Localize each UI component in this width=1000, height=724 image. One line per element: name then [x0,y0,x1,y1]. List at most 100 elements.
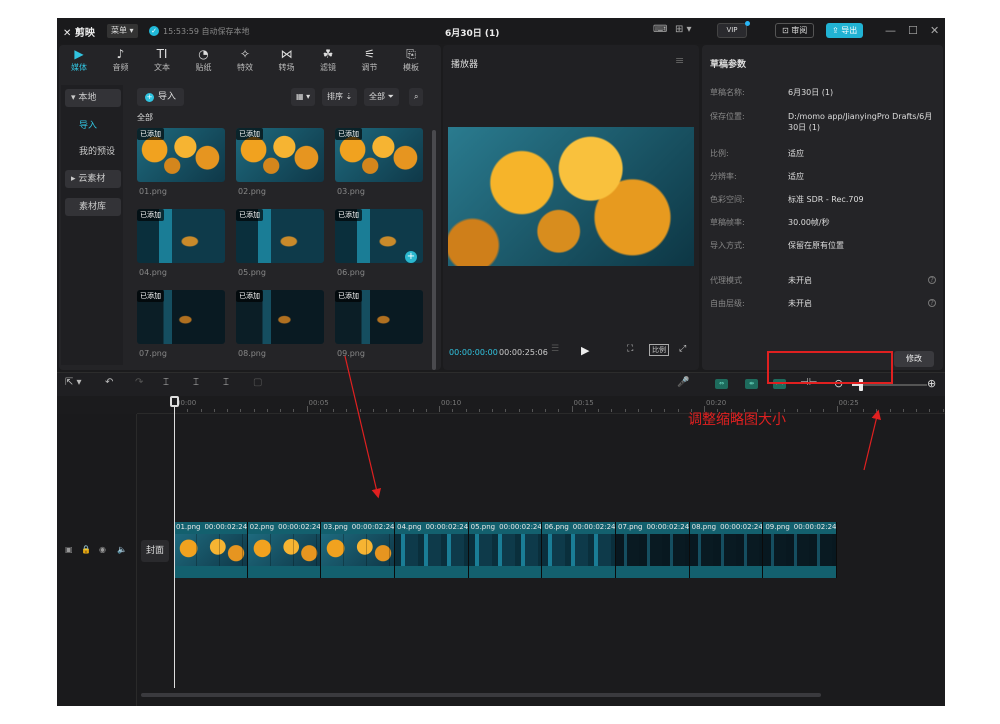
player-menu-icon[interactable]: ≡ [675,54,684,67]
clip-name: 04.png [397,523,422,531]
added-badge: 已添加 [236,128,263,140]
nav-cloud[interactable]: ▸ 云素材 [65,170,121,188]
help-icon[interactable]: ? [928,276,936,284]
fullscreen-crop-icon[interactable]: ⛶ [627,344,633,354]
add-to-track-icon[interactable]: + [405,251,417,263]
main-track-magnet-icon[interactable]: ⇔ [715,379,728,389]
cover-toggle-icon[interactable]: ▣ [65,545,73,554]
prop-label: 草稿帧率: [710,218,745,227]
cover-button[interactable]: 封面 [141,540,169,562]
microphone-icon[interactable]: 🎤 [677,377,689,388]
timeline-clip[interactable]: 07.png 00:00:02:24 [616,522,690,578]
tab-0[interactable]: ▶ 媒体 [59,47,99,73]
review-button[interactable]: ⊡ 审阅 [775,23,815,38]
media-thumbnail[interactable]: 已添加 [335,290,423,344]
ruler-tick [849,409,851,412]
nav-my-presets[interactable]: 我的预设 [65,143,121,161]
select-cursor-icon[interactable]: ⇱ ▾ [65,377,82,388]
ruler-tick [319,409,321,412]
clip-name: 02.png [249,523,275,531]
mute-icon[interactable]: 🔈 [117,545,127,554]
ratio-button[interactable]: 比例 [649,344,669,356]
tab-1[interactable]: ♪ 音频 [101,47,141,73]
split-right-icon[interactable]: ⌶ [223,377,229,388]
nav-import[interactable]: 导入 [65,117,121,135]
shortcut-icon[interactable]: ⌨ [653,24,667,35]
timeline-clip[interactable]: 06.png 00:00:02:24 [542,522,616,578]
ruler-tick [651,409,652,412]
timeline-ruler[interactable]: 00:00 00:05 00:10 00:15 00:20 00:25 [137,398,945,414]
zoom-in-icon[interactable]: ⊕ [927,377,936,390]
tab-icon: ⚟ [364,47,375,61]
ruler-tick [439,406,440,412]
playhead[interactable] [174,398,175,688]
tab-5[interactable]: ⋈ 转场 [267,47,307,73]
timeline-scrollbar[interactable] [141,693,821,697]
split-left-icon[interactable]: ⌶ [193,377,199,388]
tab-6[interactable]: ☘ 滤镜 [308,47,348,73]
tab-icon: ◔ [198,47,209,61]
timeline-clip[interactable]: 09.png 00:00:02:24 [763,522,837,578]
nav-library[interactable]: 素材库 [65,198,121,216]
search-icon[interactable]: ⌕ [409,88,424,106]
clip-label: 07.png 00:00:02:24 [618,523,689,531]
expand-icon[interactable]: ⤢ [679,344,686,354]
media-thumbnail[interactable]: 已添加 [137,209,225,263]
auto-snap-icon[interactable]: ⇹ [745,379,758,389]
redo-icon[interactable]: ↷ [135,377,143,388]
autosave-status: 15:53:59 自动保存本地 [163,27,250,36]
maximize-icon[interactable]: ☐ [908,24,918,37]
media-filename: 05.png [238,268,266,277]
view-mode-button[interactable]: ▦ ▾ [291,88,316,106]
tab-7[interactable]: ⚟ 调节 [350,47,390,73]
close-icon[interactable]: ✕ [930,24,939,37]
ruler-tick [810,409,811,412]
media-thumbnail[interactable]: 已添加 [137,128,225,182]
tab-3[interactable]: ◔ 贴纸 [184,47,224,73]
timeline-clip[interactable]: 05.png 00:00:02:24 [468,522,543,578]
media-thumbnail[interactable]: 已添加 [236,128,324,182]
zoom-slider[interactable] [852,384,927,386]
filter-button[interactable]: 全部 ⏷ [364,88,399,106]
play-button[interactable]: ▶ [581,344,589,357]
media-filename: 04.png [139,268,167,277]
clip-thumbnails [763,534,836,566]
layout-icon[interactable]: ⊞ ▾ [675,24,692,35]
timeline-clip[interactable]: 04.png 00:00:02:24 [395,522,469,578]
timeline-clip[interactable]: 02.png 00:00:02:24 [247,522,322,578]
import-button[interactable]: + 导入 [137,88,185,106]
eye-icon[interactable]: ◉ [99,545,106,554]
help-icon[interactable]: ? [928,299,936,307]
save-check-icon: ✓ [149,26,159,36]
vip-button[interactable]: VIP [717,23,747,38]
menu-button[interactable]: 菜单 ▾ [107,24,138,38]
prop-value: 标准 SDR - Rec.709 [788,195,864,204]
media-thumbnail[interactable]: 已添加 [236,290,324,344]
prop-value: 未开启 [788,299,812,308]
playhead-handle[interactable] [170,396,179,407]
sort-button[interactable]: 排序 ⇣ [322,88,358,106]
export-button[interactable]: ⇪ 导出 [826,23,864,38]
tab-4[interactable]: ✧ 特效 [225,47,265,73]
nav-local[interactable]: ▾ 本地 [65,89,121,107]
tab-8[interactable]: ⎘ 模板 [391,47,431,73]
split-icon[interactable]: ⌶ [163,377,169,388]
ruler-label: 00:15 [573,399,594,407]
media-thumbnail[interactable]: 已添加 [137,290,225,344]
list-icon[interactable]: ☰ [551,344,559,354]
media-thumbnail[interactable]: 已添加 [236,209,324,263]
lock-icon[interactable]: 🔒 [81,545,91,554]
video-preview [448,127,694,266]
media-scrollbar[interactable] [432,130,436,370]
media-thumbnail[interactable]: 已添加 [335,128,423,182]
edit-button[interactable]: 修改 [894,351,934,367]
minimize-icon[interactable]: — [885,24,896,37]
timeline-clip[interactable]: 03.png 00:00:02:24 [321,522,395,578]
delete-icon[interactable]: ▢ [253,377,262,388]
tab-2[interactable]: TI 文本 [142,47,182,73]
timeline-clip[interactable]: 01.png 00:00:02:24 [174,522,248,578]
undo-icon[interactable]: ↶ [105,377,113,388]
clip-label: 02.png 00:00:02:24 [250,523,321,531]
timeline-clip[interactable]: 08.png 00:00:02:24 [689,522,764,578]
clip-thumbnails [616,534,689,566]
